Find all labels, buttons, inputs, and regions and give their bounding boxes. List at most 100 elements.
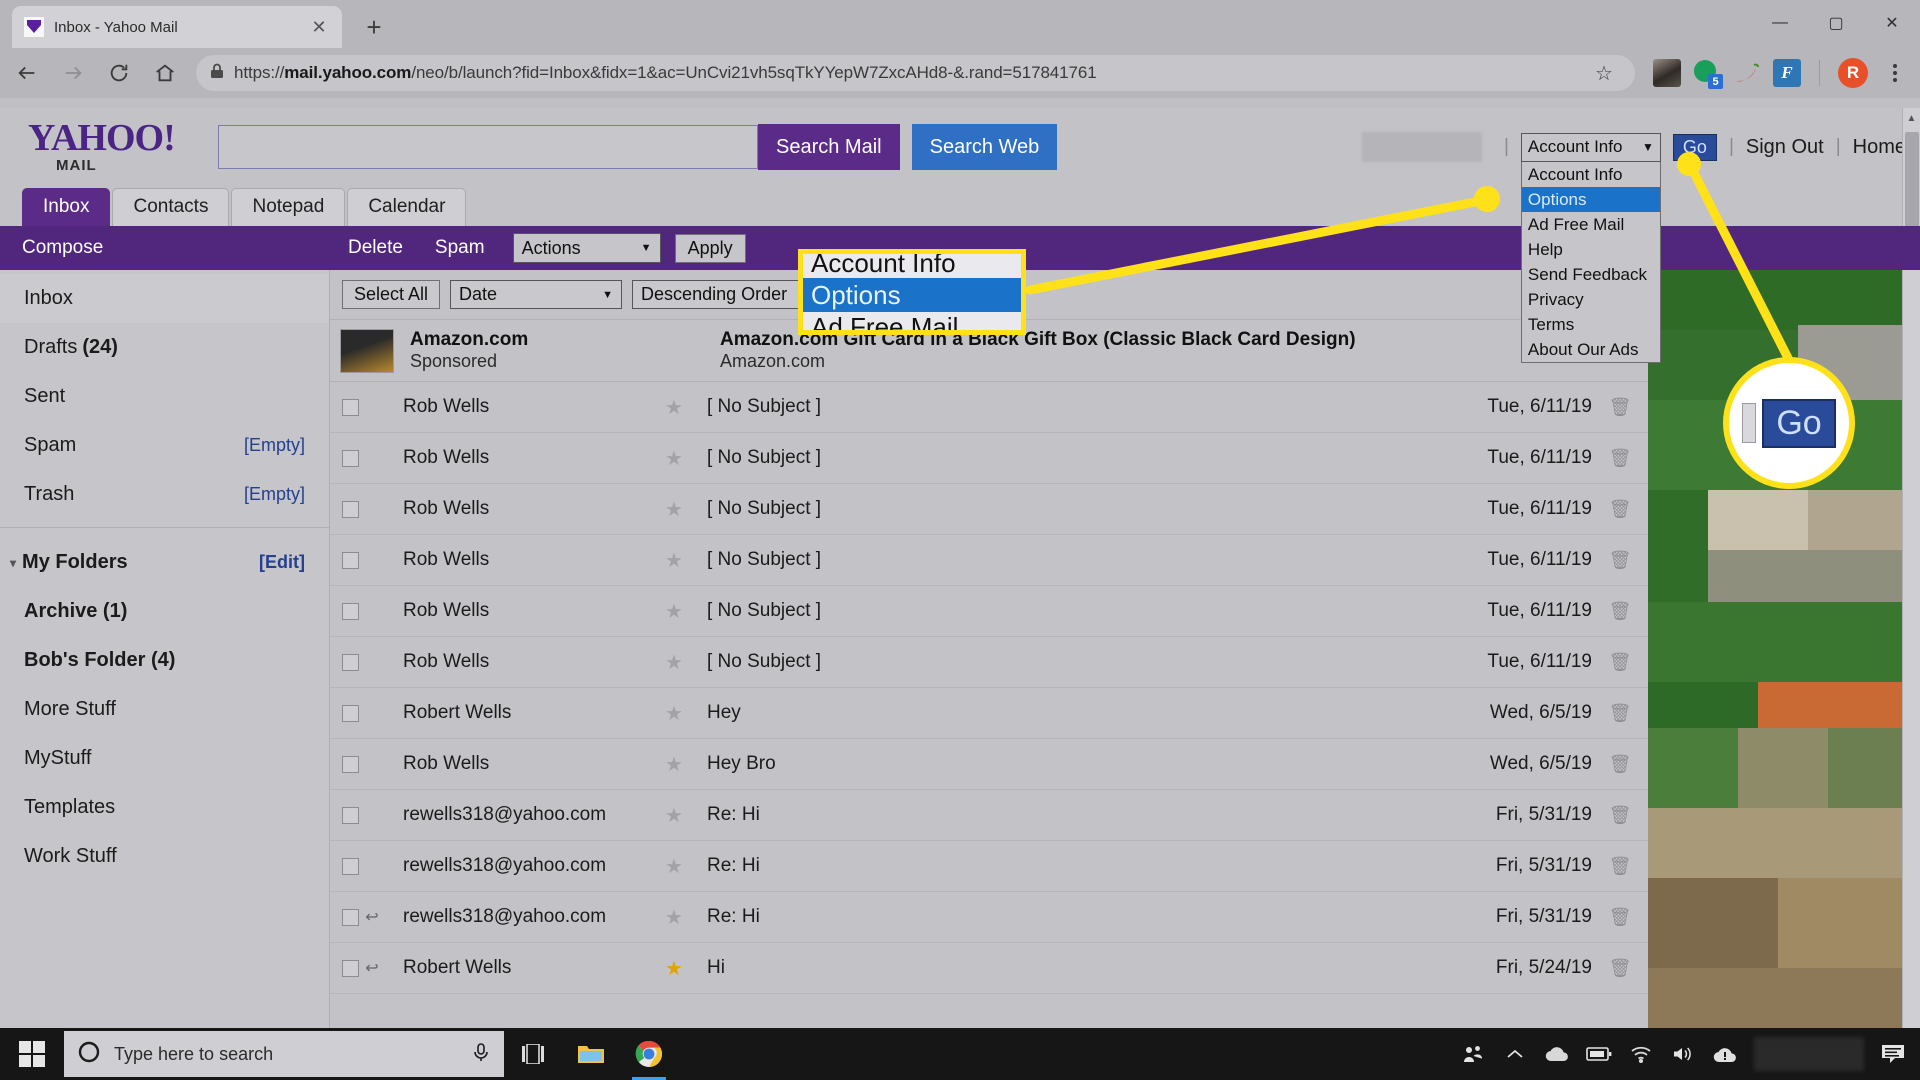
google-chrome-icon[interactable]: [620, 1028, 678, 1080]
menu-item-options[interactable]: Options: [1521, 186, 1660, 212]
star-icon[interactable]: ★: [665, 803, 707, 828]
table-row[interactable]: Rob Wells ★ [ No Subject ] Tue, 6/11/19 …: [330, 637, 1648, 688]
sidebar-item-mystuff[interactable]: MyStuff: [0, 734, 329, 783]
bookmark-star-icon[interactable]: ☆: [1587, 56, 1621, 90]
row-checkbox[interactable]: [342, 602, 359, 620]
compose-button[interactable]: Compose: [22, 237, 332, 259]
row-checkbox[interactable]: [342, 704, 359, 722]
spam-button[interactable]: Spam: [419, 237, 501, 259]
trash-icon[interactable]: 🗑: [1592, 958, 1648, 979]
trash-icon[interactable]: 🗑: [1592, 448, 1648, 469]
search-web-button[interactable]: Search Web: [911, 124, 1058, 170]
people-icon[interactable]: [1452, 1028, 1494, 1080]
show-hidden-icons-chevron[interactable]: [1494, 1028, 1536, 1080]
star-icon[interactable]: ★: [665, 599, 707, 624]
empty-trash-link[interactable]: [Empty]: [244, 484, 305, 505]
window-close-icon[interactable]: ✕: [1864, 0, 1920, 46]
battery-icon[interactable]: [1578, 1028, 1620, 1080]
row-checkbox[interactable]: [342, 959, 359, 977]
trash-icon[interactable]: 🗑: [1592, 601, 1648, 622]
search-mail-button[interactable]: Search Mail: [758, 124, 900, 170]
volume-icon[interactable]: [1662, 1028, 1704, 1080]
tab-inbox[interactable]: Inbox: [22, 188, 111, 226]
table-row[interactable]: Rob Wells ★ [ No Subject ] Tue, 6/11/19 …: [330, 535, 1648, 586]
file-explorer-icon[interactable]: [562, 1028, 620, 1080]
sidebar-item-sent[interactable]: Sent: [0, 372, 329, 421]
minimize-icon[interactable]: —: [1752, 0, 1808, 46]
photo-extension-icon[interactable]: [1653, 59, 1681, 87]
trash-icon[interactable]: 🗑: [1592, 550, 1648, 571]
row-checkbox[interactable]: [342, 500, 359, 518]
triangle-down-icon[interactable]: ▾: [10, 556, 16, 570]
trash-icon[interactable]: 🗑: [1592, 856, 1648, 877]
table-row[interactable]: ↩ rewells318@yahoo.com ★ Re: Hi Fri, 5/3…: [330, 892, 1648, 943]
row-checkbox[interactable]: [342, 653, 359, 671]
sort-field-select[interactable]: Date ▼: [450, 280, 623, 309]
row-checkbox[interactable]: [342, 857, 359, 875]
menu-item-about-our-ads[interactable]: About Our Ads: [1522, 337, 1660, 362]
url-bar[interactable]: https://mail.yahoo.com/neo/b/launch?fid=…: [196, 55, 1635, 91]
tab-contacts[interactable]: Contacts: [112, 188, 230, 226]
close-icon[interactable]: ✕: [308, 16, 330, 38]
trash-icon[interactable]: 🗑: [1592, 652, 1648, 673]
row-checkbox[interactable]: [342, 551, 359, 569]
edit-folders-link[interactable]: [Edit]: [259, 552, 305, 573]
trash-icon[interactable]: 🗑: [1592, 703, 1648, 724]
browser-tab[interactable]: Inbox - Yahoo Mail ✕: [12, 6, 342, 48]
table-row[interactable]: Rob Wells ★ [ No Subject ] Tue, 6/11/19 …: [330, 586, 1648, 637]
task-view-icon[interactable]: [504, 1028, 562, 1080]
back-icon[interactable]: [6, 52, 48, 94]
actions-select[interactable]: Actions ▼: [512, 233, 661, 263]
search-input[interactable]: Type here to search: [64, 1031, 504, 1077]
tab-notepad[interactable]: Notepad: [231, 188, 346, 226]
star-icon[interactable]: ★: [665, 548, 707, 573]
empty-spam-link[interactable]: [Empty]: [244, 435, 305, 456]
sidebar-item-more-stuff[interactable]: More Stuff: [0, 685, 329, 734]
star-icon[interactable]: ★: [665, 650, 707, 675]
trash-icon[interactable]: 🗑: [1592, 805, 1648, 826]
menu-item-send-feedback[interactable]: Send Feedback: [1522, 262, 1660, 287]
row-checkbox[interactable]: [342, 398, 359, 416]
trash-icon[interactable]: 🗑: [1592, 907, 1648, 928]
star-icon[interactable]: ★: [665, 854, 707, 879]
trash-icon[interactable]: 🗑: [1592, 754, 1648, 775]
table-row[interactable]: Rob Wells ★ [ No Subject ] Tue, 6/11/19 …: [330, 382, 1648, 433]
table-row[interactable]: rewells318@yahoo.com ★ Re: Hi Fri, 5/31/…: [330, 790, 1648, 841]
sign-out-link[interactable]: Sign Out: [1746, 136, 1824, 159]
sidebar-item-archive[interactable]: Archive (1): [0, 587, 329, 636]
star-icon[interactable]: ★: [665, 701, 707, 726]
delete-button[interactable]: Delete: [332, 237, 419, 259]
scroll-up-arrow[interactable]: ▲: [1903, 108, 1920, 128]
table-row[interactable]: ↩ Robert Wells ★ Hi Fri, 5/24/19 🗑: [330, 943, 1648, 994]
go-button[interactable]: Go: [1672, 133, 1717, 161]
windows-start-icon[interactable]: [0, 1041, 64, 1067]
wifi-icon[interactable]: [1620, 1028, 1662, 1080]
tab-calendar[interactable]: Calendar: [347, 188, 467, 226]
sidebar-item-work-stuff[interactable]: Work Stuff: [0, 832, 329, 881]
table-row[interactable]: Rob Wells ★ [ No Subject ] Tue, 6/11/19 …: [330, 484, 1648, 535]
table-row[interactable]: rewells318@yahoo.com ★ Re: Hi Fri, 5/31/…: [330, 841, 1648, 892]
trash-icon[interactable]: 🗑: [1592, 397, 1648, 418]
my-folders-header[interactable]: ▾ My Folders [Edit]: [0, 538, 329, 587]
star-icon[interactable]: ★: [665, 497, 707, 522]
new-tab-button[interactable]: +: [356, 9, 392, 45]
star-icon[interactable]: ★: [665, 446, 707, 471]
apply-button[interactable]: Apply: [674, 233, 746, 263]
sidebar-item-spam[interactable]: Spam [Empty]: [0, 421, 329, 470]
menu-item-account-info[interactable]: Account Info: [1522, 162, 1660, 187]
sidebar-item-drafts[interactable]: Drafts (24): [0, 323, 329, 372]
kebab-menu-icon[interactable]: [1880, 64, 1910, 82]
blue-f-extension-icon[interactable]: F: [1773, 59, 1801, 87]
sidebar-item-templates[interactable]: Templates: [0, 783, 329, 832]
star-icon[interactable]: ★: [665, 395, 707, 420]
forward-icon[interactable]: [52, 52, 94, 94]
star-icon[interactable]: ★: [665, 905, 707, 930]
onedrive-icon[interactable]: [1536, 1028, 1578, 1080]
menu-item-ad-free-mail[interactable]: Ad Free Mail: [1522, 212, 1660, 237]
maximize-icon[interactable]: ▢: [1808, 0, 1864, 46]
yahoo-logo[interactable]: YAHOO! MAIL: [18, 119, 218, 173]
green-dot-extension-icon[interactable]: 5: [1693, 59, 1723, 89]
row-checkbox[interactable]: [342, 908, 359, 926]
home-link[interactable]: Home: [1853, 136, 1906, 159]
reload-icon[interactable]: [98, 52, 140, 94]
